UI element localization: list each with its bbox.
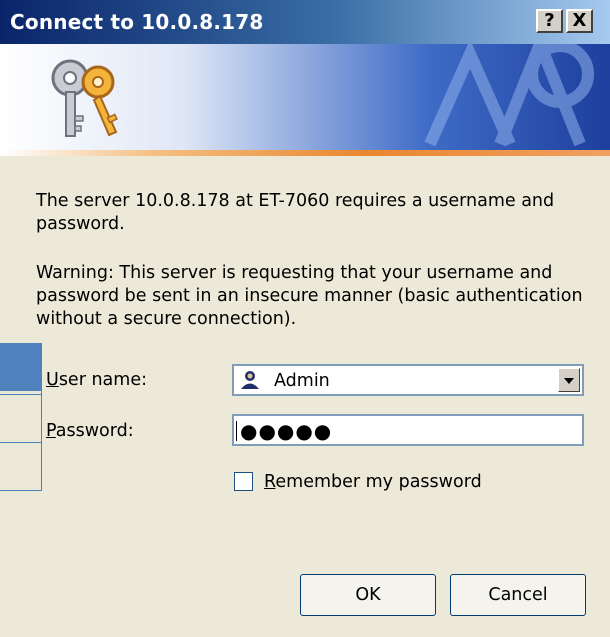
banner-decoration [424, 44, 594, 147]
password-label-text: assword: [55, 421, 134, 441]
title-bar[interactable]: Connect to 10.0.8.178 ? X [0, 0, 610, 44]
help-icon: ? [544, 10, 555, 31]
username-value: Admin [274, 371, 330, 391]
window-title: Connect to 10.0.8.178 [10, 10, 264, 34]
user-icon [241, 371, 259, 389]
keys-icon [51, 59, 118, 137]
username-label-accesskey: U [46, 370, 59, 390]
remember-label-accesskey: R [264, 472, 276, 492]
server-message: The server 10.0.8.178 at ET-7060 require… [36, 191, 555, 234]
ok-button[interactable]: OK [300, 574, 436, 616]
help-button[interactable]: ? [536, 9, 563, 33]
remember-label-text: emember my password [275, 472, 482, 492]
security-warning: Warning: This server is requesting that … [36, 263, 583, 329]
password-mask: ●●●●● [240, 419, 333, 443]
text-cursor [236, 421, 237, 441]
username-dropdown-button[interactable] [558, 368, 580, 392]
password-label: Password: [46, 421, 134, 441]
overlay-table-frame [0, 343, 42, 491]
password-label-accesskey: P [46, 421, 56, 441]
close-button[interactable]: X [566, 9, 593, 33]
username-combobox[interactable]: Admin [232, 364, 584, 396]
dropdown-arrow-icon [564, 378, 574, 384]
cancel-button[interactable]: Cancel [450, 574, 586, 616]
remember-password-checkbox[interactable] [234, 472, 253, 491]
login-dialog: Connect to 10.0.8.178 ? X The server 10.… [0, 0, 610, 637]
remember-password-label[interactable]: Remember my password [264, 472, 482, 492]
close-icon: X [572, 10, 587, 31]
username-label-text: ser name: [58, 370, 147, 390]
username-label: User name: [46, 370, 147, 390]
banner-divider [0, 150, 610, 156]
password-field[interactable]: ●●●●● [232, 414, 584, 446]
overlay-row-divider [0, 394, 42, 395]
overlay-row-divider [0, 442, 42, 443]
